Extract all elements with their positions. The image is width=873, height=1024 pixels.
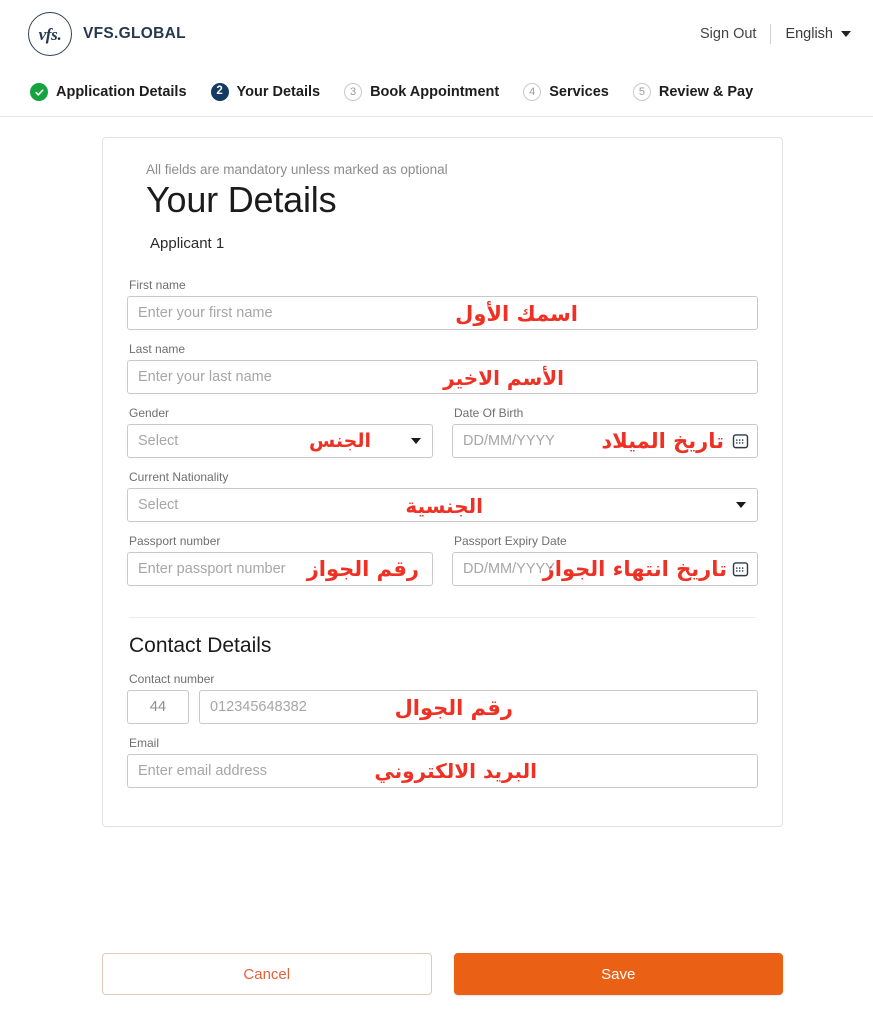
- first-name-label: First name: [129, 278, 186, 293]
- step-review-and-pay[interactable]: 5 Review & Pay: [632, 83, 754, 101]
- nationality-select[interactable]: Select: [127, 488, 758, 523]
- date-of-birth-placeholder: DD/MM/YYYY: [463, 433, 555, 450]
- step-number-badge: 3: [344, 83, 363, 101]
- passport-expiry-label: Passport Expiry Date: [454, 534, 567, 549]
- first-name-placeholder: Enter your first name: [138, 305, 273, 322]
- passport-expiry-input[interactable]: DD/MM/YYYY: [452, 552, 758, 587]
- passport-number-placeholder: Enter passport number: [138, 561, 286, 578]
- contact-number-field: Contact number 44 012345648382 رقم الجوا…: [127, 672, 758, 725]
- last-name-label: Last name: [129, 342, 186, 357]
- brand-name: VFS.GLOBAL: [83, 25, 186, 42]
- date-of-birth-label: Date Of Birth: [454, 406, 524, 421]
- calendar-icon[interactable]: [732, 433, 749, 450]
- passport-number-label: Passport number: [129, 534, 221, 549]
- gender-select[interactable]: Select: [127, 424, 433, 459]
- brand-logo[interactable]: vfs. VFS.GLOBAL: [28, 12, 186, 56]
- calendar-icon[interactable]: [732, 561, 749, 578]
- last-name-placeholder: Enter your last name: [138, 369, 272, 386]
- passport-expiry-placeholder: DD/MM/YYYY: [463, 561, 555, 578]
- mandatory-fields-note: All fields are mandatory unless marked a…: [146, 162, 448, 177]
- email-label: Email: [129, 736, 160, 751]
- gender-selected-value: Select: [138, 433, 179, 450]
- step-number-badge: 4: [523, 83, 542, 101]
- step-label: Application Details: [56, 84, 187, 100]
- section-divider: [129, 617, 756, 619]
- your-details-card: All fields are mandatory unless marked a…: [102, 137, 783, 828]
- nationality-selected-value: Select: [138, 497, 179, 514]
- language-label: English: [785, 26, 833, 42]
- step-number-badge: 2: [210, 83, 229, 101]
- nationality-field: Current Nationality Select الجنسية: [127, 470, 758, 523]
- contact-number-row: 44 012345648382: [127, 690, 758, 725]
- sign-out-link[interactable]: Sign Out: [700, 26, 770, 42]
- date-of-birth-input[interactable]: DD/MM/YYYY: [452, 424, 758, 459]
- nationality-label: Current Nationality: [129, 470, 229, 485]
- passport-expiry-col: Passport Expiry Date DD/MM/YYYY تاريخ ان…: [452, 534, 758, 598]
- chevron-down-icon: [841, 31, 851, 37]
- cancel-button[interactable]: Cancel: [102, 953, 432, 995]
- passport-number-field: Passport number Enter passport number رق…: [127, 534, 433, 587]
- last-name-field: Last name Enter your last name الأسم الا…: [127, 342, 758, 395]
- email-field: Email Enter email address البريد الالكتر…: [127, 736, 758, 789]
- applicant-label: Applicant 1: [150, 235, 225, 253]
- applicant-form: First name Enter your first name اسمك ال…: [127, 278, 758, 789]
- last-name-input[interactable]: Enter your last name: [127, 360, 758, 395]
- step-book-appointment[interactable]: 3 Book Appointment: [344, 83, 499, 101]
- passport-number-col: Passport number Enter passport number رق…: [127, 534, 433, 598]
- step-label: Your Details: [236, 84, 321, 100]
- vfs-logo-icon: vfs.: [28, 12, 72, 56]
- step-label: Book Appointment: [370, 84, 500, 100]
- step-your-details[interactable]: 2 Your Details: [210, 83, 321, 101]
- date-of-birth-field: Date Of Birth DD/MM/YYYY تاريخ الميلاد: [452, 406, 758, 459]
- email-input[interactable]: Enter email address: [127, 754, 758, 789]
- language-selector[interactable]: English: [771, 26, 851, 42]
- form-actions: Cancel Save: [102, 953, 783, 995]
- first-name-input[interactable]: Enter your first name: [127, 296, 758, 331]
- gender-col: Gender Select الجنس: [127, 406, 433, 470]
- contact-number-input[interactable]: 012345648382: [199, 690, 758, 725]
- contact-number-placeholder: 012345648382: [210, 699, 307, 716]
- save-button[interactable]: Save: [453, 953, 783, 995]
- step-application-details[interactable]: Application Details: [30, 83, 187, 101]
- chevron-down-icon: [736, 502, 746, 509]
- dob-col: Date Of Birth DD/MM/YYYY تاريخ الميلاد: [452, 406, 758, 470]
- passport-number-input[interactable]: Enter passport number: [127, 552, 433, 587]
- site-header: vfs. VFS.GLOBAL Sign Out English: [0, 0, 873, 68]
- step-complete-check-icon: [30, 83, 48, 101]
- brand-mark-text: vfs.: [38, 24, 62, 44]
- contact-details-heading: Contact Details: [129, 634, 272, 658]
- step-label: Services: [549, 84, 609, 100]
- step-number-badge: 5: [632, 83, 651, 101]
- contact-number-label: Contact number: [129, 672, 215, 687]
- step-label: Review & Pay: [658, 84, 754, 100]
- email-placeholder: Enter email address: [138, 763, 267, 780]
- gender-field: Gender Select الجنس: [127, 406, 433, 459]
- step-services[interactable]: 4 Services: [523, 83, 609, 101]
- gender-dob-row: Gender Select الجنس Date Of Birth DD/MM/…: [127, 406, 758, 470]
- page-title: Your Details: [146, 179, 337, 220]
- gender-label: Gender: [129, 406, 170, 421]
- contact-number-input-wrap: 012345648382: [199, 690, 758, 725]
- passport-expiry-field: Passport Expiry Date DD/MM/YYYY تاريخ ان…: [452, 534, 758, 587]
- passport-row: Passport number Enter passport number رق…: [127, 534, 758, 598]
- first-name-field: First name Enter your first name اسمك ال…: [127, 278, 758, 331]
- country-code-input[interactable]: 44: [127, 690, 189, 725]
- header-actions: Sign Out English: [700, 24, 851, 44]
- chevron-down-icon: [411, 438, 421, 445]
- progress-stepper: Application Details 2 Your Details 3 Boo…: [0, 68, 873, 117]
